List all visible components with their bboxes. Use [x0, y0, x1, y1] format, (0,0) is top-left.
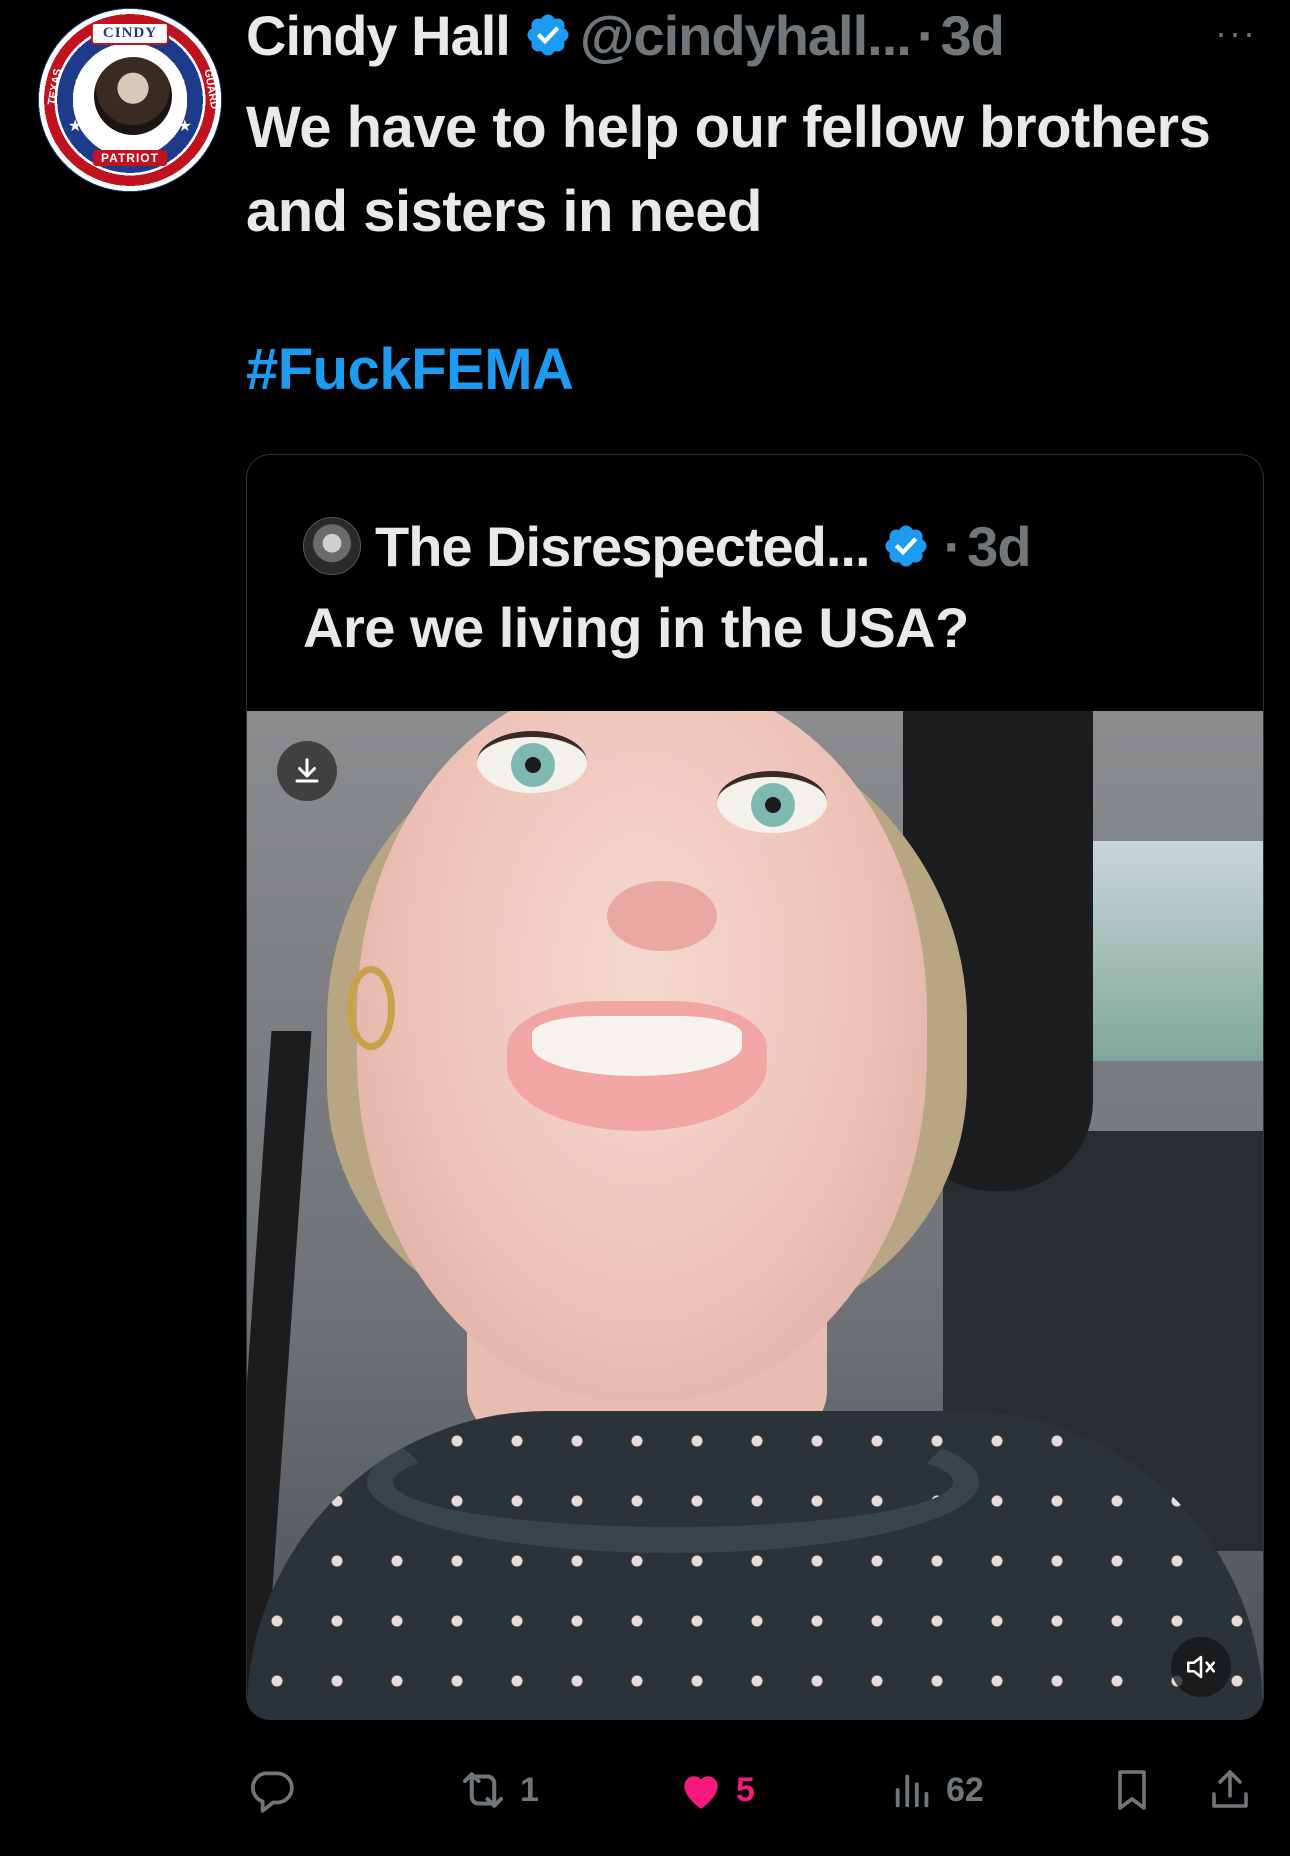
avatar-side-left: TEXAS: [46, 67, 65, 107]
heart-icon: [684, 1776, 718, 1809]
car-window: [1063, 841, 1263, 1061]
download-button[interactable]: [277, 741, 337, 801]
verified-badge-icon[interactable]: [524, 11, 572, 59]
views-count: 62: [946, 1770, 984, 1809]
retweet-count: 1: [520, 1770, 539, 1809]
teeth: [532, 1016, 742, 1076]
author-handle[interactable]: @cindyhall...: [580, 3, 912, 68]
sweater-collar: [367, 1411, 979, 1553]
tweet-action-bar: 1 5 62: [246, 1755, 1256, 1825]
nose: [607, 881, 717, 951]
views-button[interactable]: 62: [890, 1755, 984, 1825]
bookmark-button[interactable]: [1108, 1755, 1156, 1825]
avatar-badge-bottom: PATRIOT: [93, 150, 167, 166]
person-face: [357, 711, 927, 1401]
share-button[interactable]: [1206, 1755, 1254, 1825]
star-icon: ★: [74, 74, 89, 91]
author-avatar[interactable]: ★ ★ ★ ★ CINDY PATRIOT TEXAS GUARD: [38, 8, 222, 192]
bookmark-icon: [1118, 1770, 1146, 1810]
author-display-name[interactable]: Cindy Hall: [246, 3, 511, 68]
tweet[interactable]: ★ ★ ★ ★ CINDY PATRIOT TEXAS GUARD Cindy …: [0, 0, 1290, 1856]
separator-dot: ·: [916, 3, 936, 67]
download-icon: [295, 758, 319, 783]
hashtag-link[interactable]: #FuckFEMA: [246, 336, 574, 403]
verified-badge-icon: [885, 525, 927, 567]
avatar-photo: [91, 54, 175, 138]
share-icon: [1212, 1770, 1248, 1808]
reply-icon: [250, 1771, 294, 1813]
like-count: 5: [736, 1770, 755, 1809]
quoted-author-avatar[interactable]: [303, 517, 361, 575]
views-icon: [895, 1774, 929, 1808]
eye-left: [477, 731, 587, 793]
retweet-button[interactable]: 1: [456, 1755, 539, 1825]
quoted-tweet-card[interactable]: The Disrespected... · 3d Are we living i…: [246, 454, 1264, 1720]
video-player[interactable]: [247, 711, 1263, 1719]
more-options-icon[interactable]: ···: [1215, 12, 1257, 54]
reply-button[interactable]: [246, 1755, 306, 1825]
tweet-text: We have to help our fellow brothers and …: [246, 95, 1211, 244]
mute-toggle-button[interactable]: [1171, 1637, 1231, 1697]
avatar-side-right: GUARD: [201, 68, 220, 111]
separator-dot: ·: [943, 514, 963, 578]
avatar-badge-top: CINDY: [90, 22, 170, 45]
quoted-tweet-timestamp[interactable]: 3d: [967, 514, 1031, 579]
star-icon: ★: [68, 118, 83, 135]
tweet-header: Cindy Hall @cindyhall... · 3d: [246, 0, 1005, 70]
quoted-author-name[interactable]: The Disrespected...: [375, 514, 871, 579]
earring: [347, 966, 395, 1050]
volume-muted-icon: [1186, 1655, 1216, 1679]
star-icon: ★: [177, 118, 192, 135]
eye-right: [717, 771, 827, 833]
quoted-tweet-header: The Disrespected... · 3d: [303, 511, 1032, 581]
retweet-icon: [462, 1772, 504, 1808]
tweet-timestamp[interactable]: 3d: [941, 3, 1005, 68]
quoted-tweet-text: Are we living in the USA?: [303, 596, 969, 659]
like-button[interactable]: 5: [676, 1755, 755, 1825]
